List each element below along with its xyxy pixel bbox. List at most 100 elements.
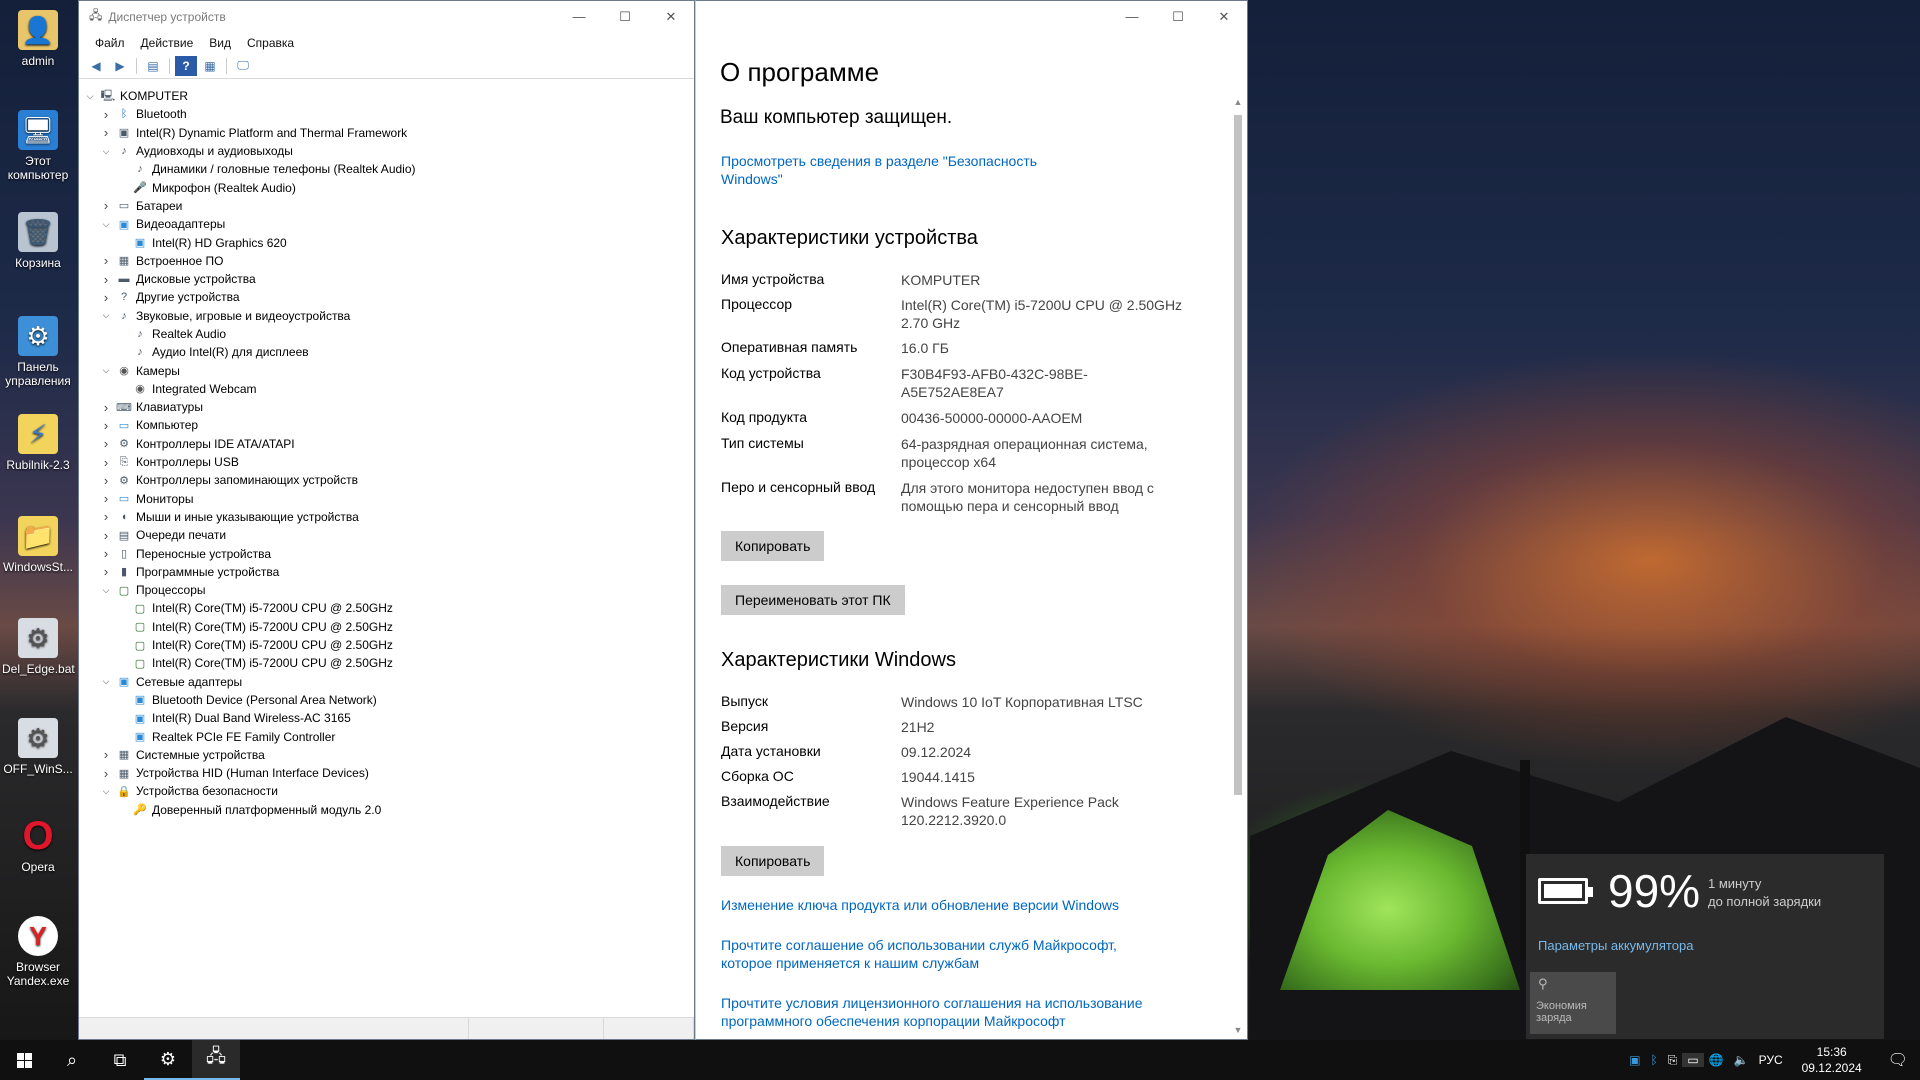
collapse-chevron-icon[interactable]: ⌵ bbox=[83, 91, 97, 102]
collapse-chevron-icon[interactable]: ⌵ bbox=[99, 585, 113, 596]
tree-node[interactable]: ⌵ 🔒 Устройства безопасности bbox=[83, 782, 690, 800]
tree-node[interactable]: › ▤ Очереди печати bbox=[83, 526, 690, 544]
tree-node[interactable]: › ▦ Встроенное ПО bbox=[83, 252, 690, 270]
close-button[interactable]: ✕ bbox=[1201, 1, 1247, 32]
menu-file[interactable]: Файл bbox=[87, 36, 133, 50]
expand-chevron-icon[interactable]: › bbox=[99, 290, 113, 305]
security-link[interactable]: Просмотреть сведения в разделе "Безопасн… bbox=[721, 152, 1041, 188]
volume-icon[interactable]: 🔈 bbox=[1729, 1053, 1754, 1067]
scroll-down-arrow-icon[interactable]: ▼ bbox=[1231, 1025, 1245, 1039]
device-manager-titlebar[interactable]: 🖧 Диспетчер устройств — ☐ ✕ bbox=[79, 1, 694, 32]
change-product-key-link[interactable]: Изменение ключа продукта или обновление … bbox=[721, 896, 1161, 914]
tree-node[interactable]: ♪ Realtek Audio bbox=[83, 325, 690, 343]
tree-node[interactable]: ▣ Realtek PCIe FE Family Controller bbox=[83, 727, 690, 745]
tree-node[interactable]: ›? Другие устройства bbox=[83, 288, 690, 306]
expand-chevron-icon[interactable]: › bbox=[99, 400, 113, 415]
desktop-icon-del-edge[interactable]: ⚙ Del_Edge.bat bbox=[2, 618, 75, 676]
forward-arrow-icon[interactable]: ▶ bbox=[109, 56, 131, 76]
copy-windows-specs-button[interactable]: Копировать bbox=[721, 846, 825, 876]
tree-node[interactable]: ▣ Intel(R) Dual Band Wireless-AC 3165 bbox=[83, 709, 690, 727]
task-view-button[interactable]: ⧉ bbox=[96, 1040, 144, 1080]
minimize-button[interactable]: — bbox=[556, 1, 602, 32]
scan-hardware-icon[interactable]: 🖵 bbox=[232, 56, 254, 76]
language-indicator[interactable]: РУС bbox=[1754, 1053, 1788, 1067]
desktop-icon-yandex[interactable]: Y Browser Yandex.exe bbox=[2, 916, 74, 988]
tree-node[interactable]: › ᛒ Bluetooth bbox=[83, 105, 690, 123]
tree-node[interactable]: › ⎘ Контроллеры USB bbox=[83, 453, 690, 471]
collapse-chevron-icon[interactable]: ⌵ bbox=[99, 786, 113, 797]
tree-node[interactable]: ▣ Bluetooth Device (Personal Area Network… bbox=[83, 691, 690, 709]
search-button[interactable]: ⌕ bbox=[48, 1040, 96, 1080]
scrollbar-thumb[interactable] bbox=[1234, 115, 1242, 795]
menu-view[interactable]: Вид bbox=[201, 36, 239, 50]
tree-node[interactable]: ▢ Intel(R) Core(TM) i5-7200U CPU @ 2.50GH… bbox=[83, 636, 690, 654]
tree-node[interactable]: ▢ Intel(R) Core(TM) i5-7200U CPU @ 2.50GH… bbox=[83, 618, 690, 636]
tree-node[interactable]: › ▦ Устройства HID (Human Interface Device… bbox=[83, 764, 690, 782]
tree-node[interactable]: ⌵ ▣ Сетевые адаптеры bbox=[83, 673, 690, 691]
expand-chevron-icon[interactable]: › bbox=[99, 491, 113, 506]
services-agreement-link[interactable]: Прочтите соглашение об использовании слу… bbox=[721, 936, 1141, 972]
maximize-button[interactable]: ☐ bbox=[1155, 1, 1201, 32]
tree-node[interactable]: 🔑 Доверенный платформенный модуль 2.0 bbox=[83, 801, 690, 819]
help-icon[interactable]: ? bbox=[175, 55, 197, 76]
desktop-icon-control-panel[interactable]: ⚙ Панель управления bbox=[2, 316, 74, 388]
tree-node[interactable]: ⌵ ♪ Звуковые, игровые и видеоустройства bbox=[83, 307, 690, 325]
collapse-chevron-icon[interactable]: ⌵ bbox=[99, 310, 113, 321]
bluetooth-icon[interactable]: ᛒ bbox=[1646, 1053, 1663, 1067]
close-button[interactable]: ✕ bbox=[648, 1, 694, 32]
tree-node[interactable]: ▢ Intel(R) Core(TM) i5-7200U CPU @ 2.50GH… bbox=[83, 654, 690, 672]
tree-node[interactable]: › ⚙ Контроллеры запоминающих устройств bbox=[83, 471, 690, 489]
battery-saver-tile[interactable]: ⚲ Экономия заряда bbox=[1530, 972, 1616, 1034]
tree-node[interactable]: › ▭ Компьютер bbox=[83, 416, 690, 434]
tree-node[interactable]: › ▭ Мониторы bbox=[83, 490, 690, 508]
expand-chevron-icon[interactable]: › bbox=[99, 509, 113, 524]
tree-node[interactable]: ⌵ 🖳 KOMPUTER bbox=[83, 87, 690, 105]
maximize-button[interactable]: ☐ bbox=[602, 1, 648, 32]
desktop-icon-admin[interactable]: 👤 admin bbox=[2, 10, 74, 68]
menu-help[interactable]: Справка bbox=[239, 36, 302, 50]
expand-chevron-icon[interactable]: › bbox=[99, 107, 113, 122]
expand-chevron-icon[interactable]: › bbox=[99, 418, 113, 433]
tree-node[interactable]: › ◖ Мыши и иные указывающие устройства bbox=[83, 508, 690, 526]
expand-chevron-icon[interactable]: › bbox=[99, 253, 113, 268]
tree-node[interactable]: › ▦ Системные устройства bbox=[83, 746, 690, 764]
tree-node[interactable]: ▢ Intel(R) Core(TM) i5-7200U CPU @ 2.50GH… bbox=[83, 599, 690, 617]
expand-chevron-icon[interactable]: › bbox=[99, 766, 113, 781]
tree-node[interactable]: ⌵ ▣ Видеоадаптеры bbox=[83, 215, 690, 233]
expand-chevron-icon[interactable]: › bbox=[99, 747, 113, 762]
battery-icon[interactable]: ▭ bbox=[1682, 1053, 1704, 1067]
desktop-icon-opera[interactable]: O Opera bbox=[2, 814, 74, 875]
tree-node[interactable]: 🎤 Микрофон (Realtek Audio) bbox=[83, 178, 690, 196]
tree-node[interactable]: ⌵ ♪ Аудиовходы и аудиовыходы bbox=[83, 142, 690, 160]
back-arrow-icon[interactable]: ◀ bbox=[85, 56, 107, 76]
scrollbar[interactable]: ▲ ▼ bbox=[1231, 97, 1245, 1039]
start-button[interactable] bbox=[0, 1040, 48, 1080]
clock[interactable]: 15:36 09.12.2024 bbox=[1788, 1044, 1876, 1076]
tree-node[interactable]: › ▣ Intel(R) Dynamic Platform and Thermal … bbox=[83, 124, 690, 142]
desktop-icon-recycle-bin[interactable]: 🗑 Корзина bbox=[2, 212, 74, 270]
collapse-chevron-icon[interactable]: ⌵ bbox=[99, 146, 113, 157]
taskbar-device-manager[interactable]: 🖧 bbox=[192, 1040, 240, 1080]
view-icon[interactable]: ▦ bbox=[199, 56, 221, 76]
expand-chevron-icon[interactable]: › bbox=[99, 125, 113, 140]
expand-chevron-icon[interactable]: › bbox=[99, 272, 113, 287]
desktop-icon-this-pc[interactable]: 🖥 Этот компьютер bbox=[2, 110, 74, 182]
battery-settings-link[interactable]: Параметры аккумулятора bbox=[1538, 938, 1693, 953]
network-icon[interactable]: 🌐 bbox=[1704, 1053, 1729, 1067]
expand-chevron-icon[interactable]: › bbox=[99, 473, 113, 488]
tree-node[interactable]: › ▯ Переносные устройства bbox=[83, 544, 690, 562]
collapse-chevron-icon[interactable]: ⌵ bbox=[99, 676, 113, 687]
tree-node[interactable]: › ▭ Батареи bbox=[83, 197, 690, 215]
collapse-chevron-icon[interactable]: ⌵ bbox=[99, 365, 113, 376]
tree-node[interactable]: ⌵ ▢ Процессоры bbox=[83, 581, 690, 599]
usb-icon[interactable]: ⎘ bbox=[1663, 1053, 1683, 1068]
expand-chevron-icon[interactable]: › bbox=[99, 564, 113, 579]
expand-chevron-icon[interactable]: › bbox=[99, 455, 113, 470]
tree-node[interactable]: ⌵ ◉ Камеры bbox=[83, 361, 690, 379]
tree-node[interactable]: ♪ Динамики / головные телефоны (Realtek A… bbox=[83, 160, 690, 178]
desktop-icon-windowsst[interactable]: 📁 WindowsSt... bbox=[2, 516, 74, 574]
tray-app-icon[interactable]: ▣ bbox=[1624, 1053, 1645, 1067]
tree-node[interactable]: › ⌨ Клавиатуры bbox=[83, 398, 690, 416]
minimize-button[interactable]: — bbox=[1109, 1, 1155, 32]
notifications-icon[interactable]: 🗨 bbox=[1876, 1050, 1920, 1070]
